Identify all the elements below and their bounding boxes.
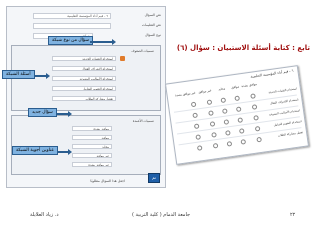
grid-col-3: محايد bbox=[218, 86, 226, 92]
question-text-input[interactable]: ٦ - قيم أداء المؤسسة التعليمية bbox=[33, 13, 111, 19]
row-label-4[interactable]: استخدام التقويم الشامل bbox=[52, 86, 116, 91]
grid-radio-r3-c3[interactable] bbox=[223, 119, 230, 125]
row-label-5[interactable]: تفعيل مشاركة الطلاب bbox=[52, 96, 116, 101]
grid-radio-r3-c2[interactable] bbox=[237, 117, 244, 123]
help-text-row: نص التعليمات bbox=[7, 23, 167, 31]
grid-radio-r5-c1[interactable] bbox=[256, 136, 262, 143]
grid-radio-r1-c1[interactable] bbox=[250, 93, 256, 99]
col-label-4[interactable]: غير موافق bbox=[72, 153, 112, 158]
callout-grid-answers: عناوين أجوبة الشبكة bbox=[12, 146, 59, 155]
grid-radio-r2-c1[interactable] bbox=[251, 104, 258, 110]
footer-page-number: ٢٢ bbox=[290, 212, 296, 218]
arrow-new-question-icon bbox=[56, 111, 72, 117]
grid-radio-r5-c5[interactable] bbox=[196, 145, 203, 151]
grid-radio-r1-c2[interactable] bbox=[234, 95, 241, 102]
rows-section-header: تسميات الصفوف bbox=[131, 49, 154, 53]
grid-radio-r1-c5[interactable] bbox=[190, 101, 197, 108]
help-text-label: نص التعليمات bbox=[141, 23, 161, 27]
arrow-grid-answers-icon bbox=[58, 149, 72, 155]
done-button[interactable]: تم bbox=[148, 173, 160, 183]
grid-col-2: موافق bbox=[230, 84, 240, 90]
grid-radio-r1-c3[interactable] bbox=[220, 97, 227, 104]
grid-col-4: غير موافق bbox=[198, 88, 212, 95]
grid-radio-r4-c4[interactable] bbox=[211, 132, 217, 138]
row-label-3[interactable]: استخدام الأساليب المتنوعة bbox=[52, 76, 116, 81]
grid-radio-r4-c3[interactable] bbox=[225, 130, 231, 136]
grid-radio-r5-c4[interactable] bbox=[212, 142, 219, 149]
grid-radio-r4-c5[interactable] bbox=[195, 134, 202, 140]
col-label-3[interactable]: محايد bbox=[72, 144, 112, 149]
question-text-label: نص السؤال bbox=[144, 13, 161, 17]
grid-radio-r2-c4[interactable] bbox=[208, 110, 214, 116]
columns-section-header: تسميات الأعمدة bbox=[132, 119, 154, 123]
required-checkbox-label[interactable]: اجعل هذا السؤال مطلوبًا bbox=[55, 179, 125, 183]
row-label-1[interactable]: استخدام التقنيات الحديثة bbox=[52, 56, 116, 61]
grid-col-1: موافق بشدة bbox=[241, 81, 258, 89]
grid-question-preview: ٦ - قيم أداء المؤسسة التعليمية موافق بشد… bbox=[164, 65, 310, 165]
slide-title: تابع : كتابة أسئلة الاستبيان : سؤال (٦) bbox=[176, 44, 310, 52]
grid-radio-r3-c5[interactable] bbox=[193, 123, 200, 130]
grid-radio-r5-c3[interactable] bbox=[226, 141, 233, 147]
col-label-2[interactable]: موافق bbox=[72, 135, 112, 140]
columns-section: تسميات الأعمدة موافق بشدة موافق محايد غي… bbox=[11, 115, 161, 175]
grid-radio-r5-c2[interactable] bbox=[240, 139, 247, 145]
callout-grid-questions: أسئلة الشبكة bbox=[2, 70, 35, 79]
grid-radio-layer bbox=[166, 66, 297, 151]
col-label-5[interactable]: غير موافق بشدة bbox=[72, 162, 112, 167]
grid-radio-r3-c1[interactable] bbox=[253, 115, 259, 121]
remove-row-icon[interactable] bbox=[120, 56, 125, 61]
help-text-input[interactable] bbox=[33, 23, 111, 29]
grid-radio-r4-c2[interactable] bbox=[238, 128, 245, 134]
arrow-grid-questions-icon bbox=[34, 73, 50, 79]
grid-radio-r2-c5[interactable] bbox=[192, 112, 198, 119]
arrow-question-type-icon bbox=[90, 39, 116, 45]
callout-question-type: سؤال من نوع شبكة bbox=[48, 36, 94, 45]
footer-author: د. زياد العلايلة bbox=[30, 212, 59, 218]
grid-col-5: غير موافق بشدة bbox=[174, 90, 196, 98]
grid-preview-header: ٦ - قيم أداء المؤسسة التعليمية bbox=[250, 68, 294, 79]
footer-university: جامعة الدمام ( كلية التربية ) bbox=[132, 212, 191, 218]
grid-radio-r3-c4[interactable] bbox=[209, 121, 216, 127]
question-editor-panel: نص السؤال ٦ - قيم أداء المؤسسة التعليمية… bbox=[6, 6, 166, 188]
grid-radio-r2-c3[interactable] bbox=[222, 108, 228, 114]
grid-radio-r4-c1[interactable] bbox=[254, 125, 261, 132]
callout-new-question: سؤال جديد bbox=[28, 108, 57, 117]
grid-row-1: استخدام التقنيات الحديثة bbox=[268, 86, 298, 95]
grid-radio-r1-c4[interactable] bbox=[206, 99, 213, 106]
question-type-label: نوع السؤال bbox=[145, 33, 161, 37]
col-label-1[interactable]: موافق بشدة bbox=[72, 126, 112, 131]
grid-radio-r2-c2[interactable] bbox=[235, 106, 242, 113]
question-text-row: نص السؤال ٦ - قيم أداء المؤسسة التعليمية bbox=[7, 13, 167, 21]
row-label-2[interactable]: استخدام الإشراف الفعال bbox=[52, 66, 116, 71]
